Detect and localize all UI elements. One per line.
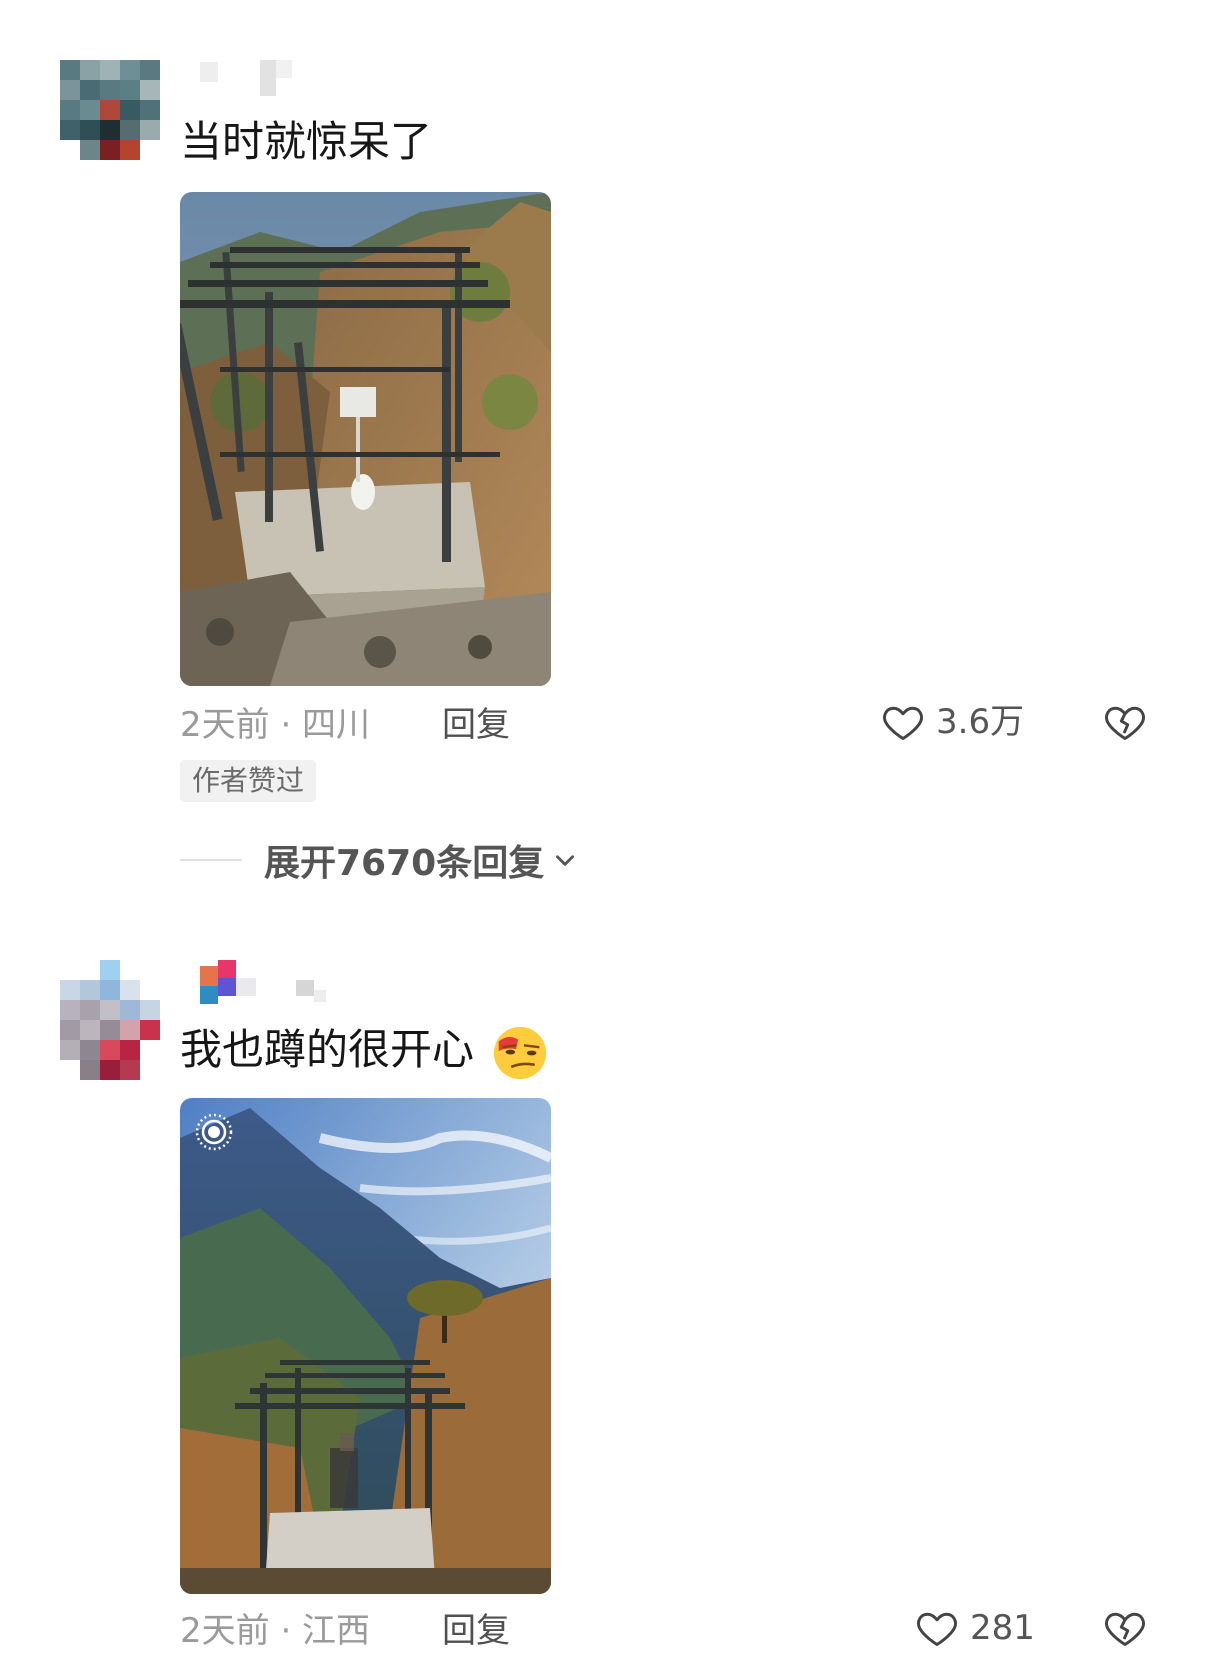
comment-image[interactable]: [180, 1098, 551, 1594]
broken-heart-icon: [1105, 1612, 1145, 1646]
expand-replies-label: 展开7670条回复: [264, 843, 545, 884]
reply-button[interactable]: 回复: [442, 703, 510, 747]
like-button[interactable]: 3.6万: [880, 700, 1024, 744]
toilet-cliff-photo: [180, 192, 551, 686]
divider: [180, 859, 242, 861]
username[interactable]: [180, 60, 310, 104]
avatar[interactable]: [60, 960, 160, 1080]
comment-item: 我也蹲的很开心 2天前 · 江西 回复 281: [0, 940, 1206, 1680]
dislike-button[interactable]: [1102, 700, 1148, 748]
comment-text: 当时就惊呆了: [180, 117, 433, 166]
chevron-down-icon: [556, 855, 575, 866]
smirk-emoji-icon: [494, 1026, 547, 1079]
comment-image[interactable]: [180, 192, 551, 686]
dislike-button[interactable]: [1102, 1606, 1148, 1654]
reply-button[interactable]: 回复: [442, 1609, 510, 1653]
comment-time-location: 2天前 · 四川: [180, 705, 371, 745]
comment-item: 当时就惊呆了 2天前 · 四川 回复 3.6万 作者赞过 展开7670条回复: [0, 0, 1206, 884]
like-button[interactable]: 281: [914, 1606, 1035, 1650]
broken-heart-icon: [1105, 706, 1145, 740]
heart-outline-icon: [917, 1612, 957, 1646]
like-count: 3.6万: [936, 702, 1025, 742]
comment-text-content: 我也蹲的很开心: [180, 1025, 475, 1074]
mountain-toilet-photo: [180, 1098, 551, 1594]
avatar[interactable]: [60, 60, 160, 160]
username[interactable]: [180, 960, 330, 1004]
author-liked-badge: 作者赞过: [180, 760, 317, 802]
expand-replies-button[interactable]: 展开7670条回复: [180, 834, 578, 886]
comment-text: 我也蹲的很开心: [180, 1022, 549, 1082]
heart-outline-icon: [883, 706, 923, 740]
comment-time-location: 2天前 · 江西: [180, 1611, 371, 1651]
like-count: 281: [970, 1608, 1035, 1648]
